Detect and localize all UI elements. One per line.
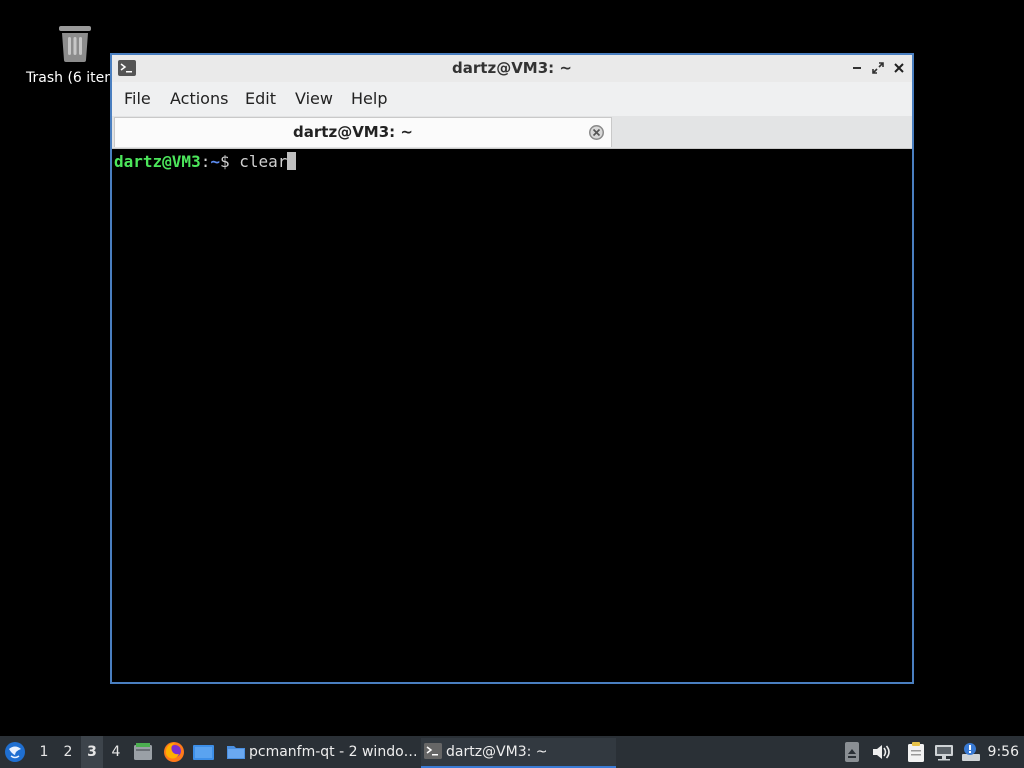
menu-view[interactable]: View [293, 82, 335, 116]
terminal-window: dartz@VM3: ~ File Actions Edit View Help… [110, 53, 914, 684]
task-label: pcmanfm-qt - 2 windo… [249, 744, 416, 760]
network-icon[interactable] [934, 743, 954, 761]
text-cursor [287, 152, 297, 170]
tray-up-arrow-icon[interactable] [845, 742, 859, 762]
firefox-icon[interactable] [163, 741, 185, 763]
window-titlebar[interactable]: dartz@VM3: ~ [112, 55, 912, 82]
clock[interactable]: 9:56 [988, 736, 1019, 768]
workspace-3[interactable]: 3 [81, 736, 103, 768]
typed-command: clear [239, 152, 288, 171]
volume-icon[interactable] [871, 743, 891, 761]
menu-file[interactable]: File [122, 82, 153, 116]
task-terminal[interactable]: dartz@VM3: ~ [421, 738, 616, 768]
prompt-line: dartz@VM3:~$ clear [114, 152, 297, 172]
tab-terminal[interactable]: dartz@VM3: ~ [114, 117, 612, 147]
menu-actions[interactable]: Actions [168, 82, 230, 116]
prompt-dollar: $ [219, 152, 240, 171]
menu-bar: File Actions Edit View Help [112, 82, 912, 116]
prompt-path: ~ [210, 152, 220, 171]
menu-help[interactable]: Help [349, 82, 389, 116]
terminal-area[interactable]: dartz@VM3:~$ clear [112, 149, 912, 682]
start-menu-icon[interactable] [4, 741, 26, 763]
workspace-1[interactable]: 1 [33, 736, 55, 768]
menu-edit[interactable]: Edit [243, 82, 278, 116]
tab-bar: dartz@VM3: ~ [112, 116, 912, 149]
desktop-trash[interactable]: Trash (6 item [22, 22, 122, 92]
taskbar: 1 2 3 4 pcmanfm-qt - 2 windo… dartz@VM3:… [0, 736, 1024, 768]
maximize-icon[interactable] [871, 61, 885, 75]
prompt-user-host: dartz@VM3 [114, 152, 201, 171]
workspace-2[interactable]: 2 [57, 736, 79, 768]
workspace-4[interactable]: 4 [105, 736, 127, 768]
terminal-icon [424, 743, 442, 759]
trash-icon [59, 26, 91, 62]
desktop-icon[interactable] [193, 743, 214, 762]
window-title: dartz@VM3: ~ [452, 59, 572, 77]
folder-icon [227, 746, 245, 759]
tab-title: dartz@VM3: ~ [293, 123, 413, 141]
minimize-icon[interactable] [850, 61, 864, 75]
clipboard-icon[interactable] [906, 741, 926, 763]
task-label: dartz@VM3: ~ [446, 744, 548, 760]
update-notifier-icon[interactable] [961, 742, 981, 762]
task-file-manager[interactable]: pcmanfm-qt - 2 windo… [224, 738, 416, 766]
prompt-separator: : [200, 152, 211, 171]
trash-label: Trash (6 item [26, 70, 118, 86]
tab-close-icon[interactable] [588, 124, 605, 141]
file-manager-launcher-icon[interactable] [133, 742, 153, 762]
close-icon[interactable] [892, 61, 906, 75]
